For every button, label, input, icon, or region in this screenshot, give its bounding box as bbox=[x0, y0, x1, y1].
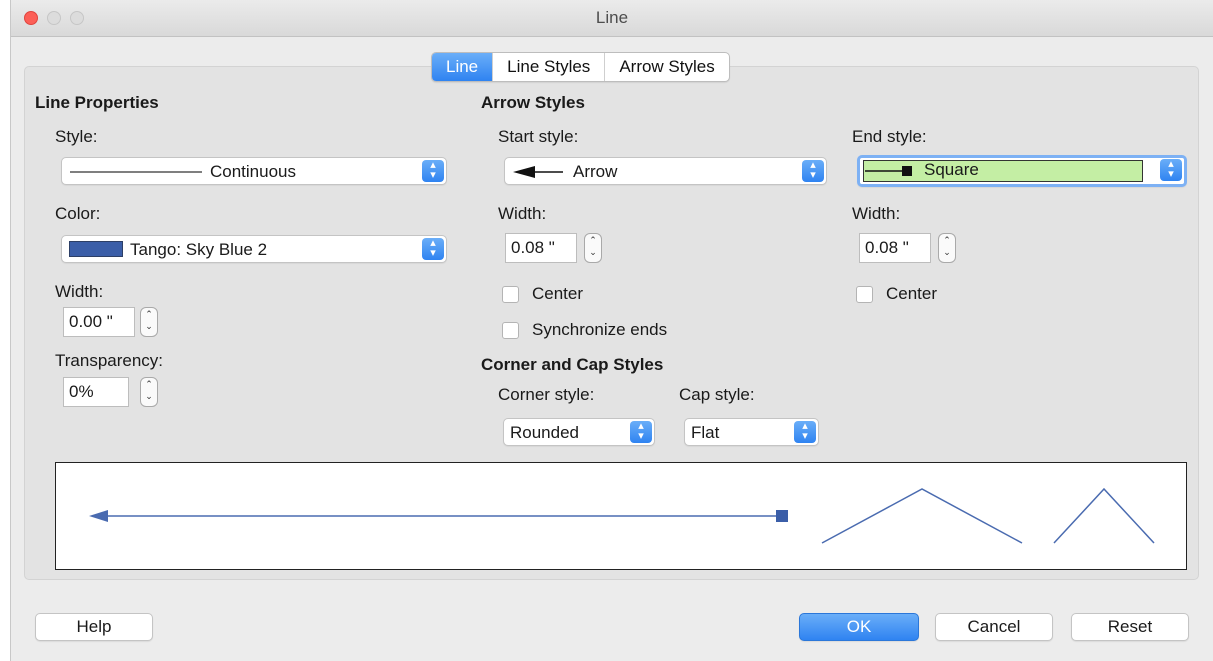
preview-square-end bbox=[776, 510, 788, 522]
transparency-field[interactable]: 0% bbox=[63, 377, 129, 407]
synchronize-ends-label: Synchronize ends bbox=[532, 320, 668, 339]
end-style-label: End style: bbox=[852, 127, 927, 146]
line-dialog: Line Line Line Styles Arrow Styles Line … bbox=[10, 0, 1213, 661]
arrow-styles-heading: Arrow Styles bbox=[481, 93, 585, 112]
synchronize-ends-checkbox[interactable] bbox=[502, 322, 519, 339]
chevron-updown-icon: ▴ ▾ bbox=[422, 238, 444, 260]
cap-style-value: Flat bbox=[691, 423, 720, 442]
preview-canvas bbox=[89, 487, 1155, 544]
style-label: Style: bbox=[55, 127, 98, 146]
line-width-stepper[interactable]: ⌃ ⌄ bbox=[140, 307, 158, 337]
preview-corner-narrow bbox=[1053, 487, 1155, 544]
reset-button[interactable]: Reset bbox=[1071, 613, 1189, 641]
transparency-label: Transparency: bbox=[55, 351, 164, 370]
transparency-stepper[interactable]: ⌃ ⌄ bbox=[140, 377, 158, 407]
start-width-stepper[interactable]: ⌃ ⌄ bbox=[584, 233, 602, 263]
corner-style-select[interactable]: Rounded ▴ ▾ bbox=[503, 418, 655, 446]
line-preview bbox=[55, 462, 1187, 570]
end-style-value: Square bbox=[924, 160, 979, 179]
width-label: Width: bbox=[55, 282, 104, 301]
end-center-label: Center bbox=[886, 284, 938, 303]
chevron-updown-icon: ▴ ▾ bbox=[1160, 159, 1182, 181]
start-center-label: Center bbox=[532, 284, 584, 303]
start-width-label: Width: bbox=[498, 204, 547, 223]
start-center-checkbox[interactable] bbox=[502, 286, 519, 303]
line-width-field[interactable]: 0.00 " bbox=[63, 307, 135, 337]
tab-line[interactable]: Line bbox=[432, 53, 494, 81]
square-end-icon bbox=[865, 166, 912, 176]
line-style-value: Continuous bbox=[210, 162, 297, 181]
line-style-select[interactable]: Continuous ▴ ▾ bbox=[61, 157, 447, 185]
cap-style-label: Cap style: bbox=[679, 385, 755, 404]
ok-button[interactable]: OK bbox=[799, 613, 919, 641]
line-properties-heading: Line Properties bbox=[35, 93, 159, 112]
start-width-field[interactable]: 0.08 " bbox=[505, 233, 577, 263]
end-width-stepper[interactable]: ⌃ ⌄ bbox=[938, 233, 956, 263]
end-style-select[interactable]: Square ▴ ▾ bbox=[857, 155, 1187, 187]
end-width-label: Width: bbox=[852, 204, 901, 223]
preview-arrow-head bbox=[89, 510, 108, 522]
chevron-updown-icon: ▴ ▾ bbox=[794, 421, 816, 443]
help-button[interactable]: Help bbox=[35, 613, 153, 641]
line-color-select[interactable]: Tango: Sky Blue 2 ▴ ▾ bbox=[61, 235, 447, 263]
continuous-line-icon bbox=[70, 171, 202, 173]
end-width-field[interactable]: 0.08 " bbox=[859, 233, 931, 263]
chevron-updown-icon: ▴ ▾ bbox=[802, 160, 824, 182]
cancel-button[interactable]: Cancel bbox=[935, 613, 1053, 641]
chevron-updown-icon: ▴ ▾ bbox=[630, 421, 652, 443]
corner-style-label: Corner style: bbox=[498, 385, 595, 404]
chevron-updown-icon: ▴ ▾ bbox=[422, 160, 444, 182]
start-style-value: Arrow bbox=[573, 162, 618, 181]
tab-bar: Line Line Styles Arrow Styles bbox=[431, 52, 730, 82]
tab-line-styles[interactable]: Line Styles bbox=[493, 53, 606, 81]
start-style-label: Start style: bbox=[498, 127, 579, 146]
end-center-checkbox[interactable] bbox=[856, 286, 873, 303]
tab-arrow-styles[interactable]: Arrow Styles bbox=[605, 53, 728, 81]
corner-cap-heading: Corner and Cap Styles bbox=[481, 355, 664, 374]
color-label: Color: bbox=[55, 204, 101, 223]
start-style-select[interactable]: Arrow ▴ ▾ bbox=[504, 157, 827, 185]
window-title: Line bbox=[595, 8, 629, 27]
color-swatch bbox=[69, 241, 123, 257]
arrow-head-icon bbox=[513, 166, 563, 178]
corner-style-value: Rounded bbox=[510, 423, 580, 442]
line-color-value: Tango: Sky Blue 2 bbox=[130, 240, 268, 259]
cap-style-select[interactable]: Flat ▴ ▾ bbox=[684, 418, 819, 446]
preview-corner-wide bbox=[821, 488, 1023, 544]
title-bar: Line bbox=[11, 0, 1213, 37]
